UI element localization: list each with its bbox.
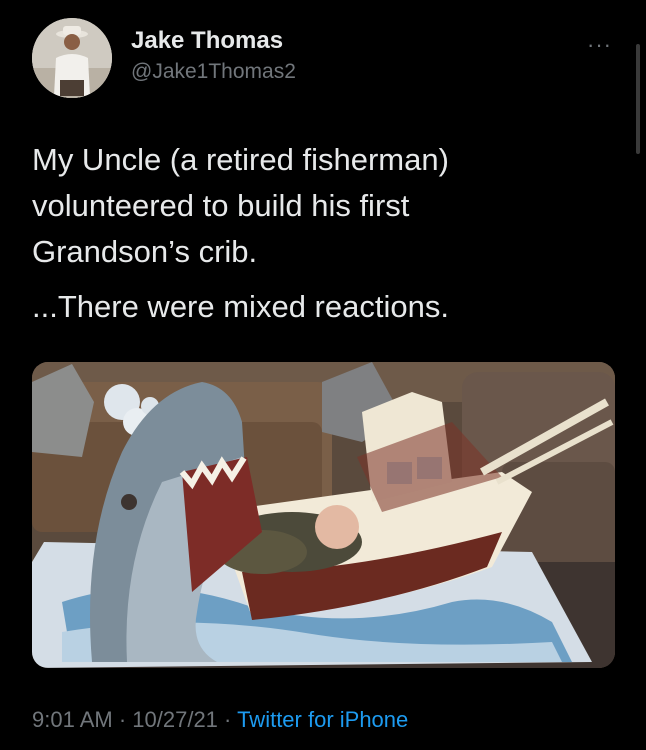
tweet-photo[interactable] (32, 362, 615, 668)
separator: · (112, 707, 133, 732)
tweet-metadata: 9:01 AM · 10/27/21 · Twitter for iPhone (32, 707, 408, 733)
author-handle[interactable]: @Jake1Thomas2 (131, 60, 296, 84)
more-options-icon[interactable]: ··· (587, 32, 612, 58)
tweet-source-link[interactable]: Twitter for iPhone (237, 707, 408, 732)
tweet-date[interactable]: 10/27/21 (132, 707, 218, 732)
author-name[interactable]: Jake Thomas (131, 27, 283, 55)
avatar[interactable] (32, 18, 112, 98)
separator: · (217, 707, 238, 732)
scrollbar[interactable] (636, 44, 640, 154)
tweet-text-second-paragraph: ...There were mixed reactions. (32, 289, 449, 324)
tweet-text: My Uncle (a retired fisherman) volunteer… (32, 142, 449, 269)
tweet-time[interactable]: 9:01 AM (32, 707, 113, 732)
